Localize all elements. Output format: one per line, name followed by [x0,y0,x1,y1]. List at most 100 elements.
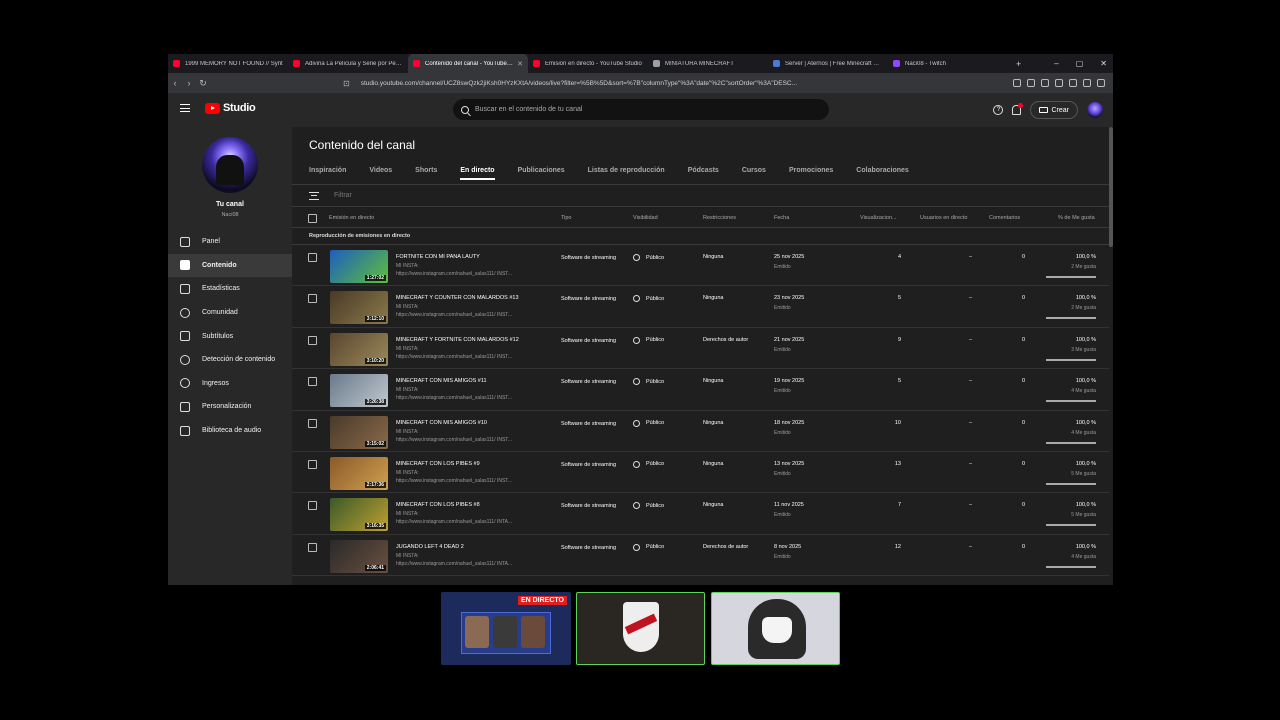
minimize-icon[interactable]: – [1054,59,1058,68]
extension-icon[interactable] [1013,79,1021,87]
sidebar-item-community[interactable]: Comunidad [168,301,292,325]
video-thumbnail[interactable]: 1:27:02 [330,250,388,283]
visibility-cell[interactable]: Público [633,378,664,386]
extension-icon[interactable] [1055,79,1063,87]
visibility-cell[interactable]: Público [633,543,664,551]
col-date[interactable]: Fecha [774,215,789,221]
sidebar-item-subtitles[interactable]: Subtítulos [168,324,292,348]
visibility-cell[interactable]: Público [633,336,664,344]
video-thumbnail[interactable]: 3:10:20 [330,332,388,366]
visibility-cell[interactable]: Público [633,460,664,468]
back-icon[interactable]: ‹ [168,78,182,88]
reload-icon[interactable]: ↻ [196,78,210,89]
extension-icon[interactable] [1083,79,1091,87]
video-thumbnail[interactable]: 3:12:10 [330,291,388,325]
video-title[interactable]: MINECRAFT Y FORTNITE CON MALARDOS #12 [396,337,519,343]
video-thumbnail[interactable]: 3:16:35 [330,498,388,532]
studio-logo[interactable]: Studio [205,102,256,114]
tab-7[interactable]: Cursos [742,167,766,180]
bookmark-icon[interactable]: ⊡ [343,79,350,88]
browser-tab[interactable]: 1999 MEMORY NOT FOUND // Synt [168,54,288,73]
table-row[interactable]: 2:17:36 MINECRAFT CON LOS PIBES #9 MI INST… [292,452,1109,494]
select-all-checkbox[interactable] [308,214,317,223]
new-tab-button[interactable]: + [1016,59,1021,69]
visibility-cell[interactable]: Público [633,254,664,261]
video-thumbnail[interactable]: 3:26:38 [330,374,388,408]
sidebar-item-analytics[interactable]: Estadísticas [168,277,292,301]
help-icon[interactable]: ? [993,105,1004,115]
account-avatar[interactable] [1087,102,1103,118]
browser-tab[interactable]: Server | Aternos | Free Minecraft Serv [768,54,888,73]
row-checkbox[interactable] [308,459,317,469]
browser-tab[interactable]: Emisión en directo - YouTube Studio [528,54,648,73]
visibility-cell[interactable]: Público [633,419,664,427]
sidebar-item-copyright[interactable]: Detección de contenido [168,348,292,372]
video-thumbnail[interactable]: 2:17:36 [330,456,388,490]
video-title[interactable]: FORTNITE CON MI PANA LAUTY [396,254,480,260]
create-button[interactable]: Crear [1030,101,1078,119]
browser-tab[interactable]: Contenido del canal - YouTube St ✕ [408,54,528,73]
tab-3[interactable]: En directo [460,167,495,180]
extension-icon[interactable] [1069,79,1077,87]
restore-icon[interactable]: ▢ [1076,59,1084,68]
filter-input[interactable]: Filtrar [334,192,352,199]
video-title[interactable]: MINECRAFT Y COUNTER CON MALARDOS #13 [396,295,519,301]
browser-tab[interactable]: MINIATURA MINECRAFT [648,54,768,73]
row-checkbox[interactable] [308,501,317,511]
tab-5[interactable]: Listas de reproducción [588,167,665,180]
sidebar-item-earn[interactable]: Ingresos [168,372,292,396]
table-row[interactable]: 2:06:41 JUGANDO LEFT 4 DEAD 2 MI INSTA: htt… [292,535,1109,577]
close-tab-icon[interactable]: ✕ [517,60,523,68]
tab-4[interactable]: Publicaciones [518,167,565,180]
visibility-cell[interactable]: Público [633,502,664,510]
row-checkbox[interactable] [308,418,317,428]
col-comments[interactable]: Comentarios [989,215,1020,221]
tab-1[interactable]: Videos [369,167,392,180]
video-thumbnail[interactable]: 3:15:02 [330,415,388,449]
table-row[interactable]: 3:26:38 MINECRAFT CON MIS AMIGOS #11 MI IN… [292,369,1109,411]
video-title[interactable]: JUGANDO LEFT 4 DEAD 2 [396,544,464,550]
channel-avatar[interactable] [202,137,258,193]
extension-icon[interactable] [1041,79,1049,87]
row-checkbox[interactable] [308,253,317,262]
hamburger-menu-icon[interactable] [180,104,190,112]
browser-tab[interactable]: Naci08 - Twitch [888,54,1008,73]
sidebar-item-content[interactable]: Contenido [168,253,292,278]
video-thumbnail[interactable]: 2:06:41 [330,539,388,573]
row-checkbox[interactable] [308,335,317,345]
tab-9[interactable]: Colaboraciones [856,167,909,180]
row-checkbox[interactable] [308,294,317,304]
video-title[interactable]: MINECRAFT CON LOS PIBES #8 [396,502,480,508]
table-row[interactable]: 3:15:02 MINECRAFT CON MIS AMIGOS #10 MI IN… [292,411,1109,452]
filter-icon[interactable] [309,191,319,200]
col-views[interactable]: Visualizacion... [860,215,897,221]
tab-6[interactable]: Pódcasts [688,167,719,180]
visibility-cell[interactable]: Público [633,295,664,303]
page-scrollbar[interactable] [1109,127,1113,247]
video-title[interactable]: MINECRAFT CON MIS AMIGOS #11 [396,378,487,384]
sidebar-item-audio-library[interactable]: Biblioteca de audio [168,419,292,443]
table-row[interactable]: 3:12:10 MINECRAFT Y COUNTER CON MALARDOS … [292,286,1109,328]
table-row[interactable]: 3:16:35 MINECRAFT CON LOS PIBES #8 MI INST… [292,493,1109,535]
video-title[interactable]: MINECRAFT CON MIS AMIGOS #10 [396,420,487,426]
col-likes[interactable]: % de Me gusta [1058,215,1095,221]
extension-icon[interactable] [1027,79,1035,87]
menu-icon[interactable] [1097,79,1105,87]
tab-2[interactable]: Shorts [415,167,437,180]
sidebar-item-customization[interactable]: Personalización [168,395,292,419]
tab-8[interactable]: Promociones [789,167,833,180]
forward-icon[interactable]: › [182,78,196,88]
browser-tab[interactable]: Adivina La Película y Serie por Perso [288,54,408,73]
close-window-icon[interactable]: ✕ [1100,59,1107,68]
url-field[interactable]: studio.youtube.com/channel/UCZ8swQzk2jiK… [361,80,831,87]
sidebar-item-dashboard[interactable]: Panel [168,230,292,254]
search-input[interactable]: Buscar en el contenido de tu canal [453,99,829,120]
video-title[interactable]: MINECRAFT CON LOS PIBES #9 [396,461,480,467]
table-row[interactable]: 1:27:02 FORTNITE CON MI PANA LAUTY MI INST… [292,245,1109,287]
table-row[interactable]: 3:10:20 MINECRAFT Y FORTNITE CON MALARDOS… [292,328,1109,370]
tab-0[interactable]: Inspiración [309,167,346,180]
notifications-bell-icon[interactable] [1012,103,1024,115]
col-live-viewers[interactable]: Usuarios en directo [920,215,967,221]
row-checkbox[interactable] [308,542,317,552]
row-checkbox[interactable] [308,377,317,387]
